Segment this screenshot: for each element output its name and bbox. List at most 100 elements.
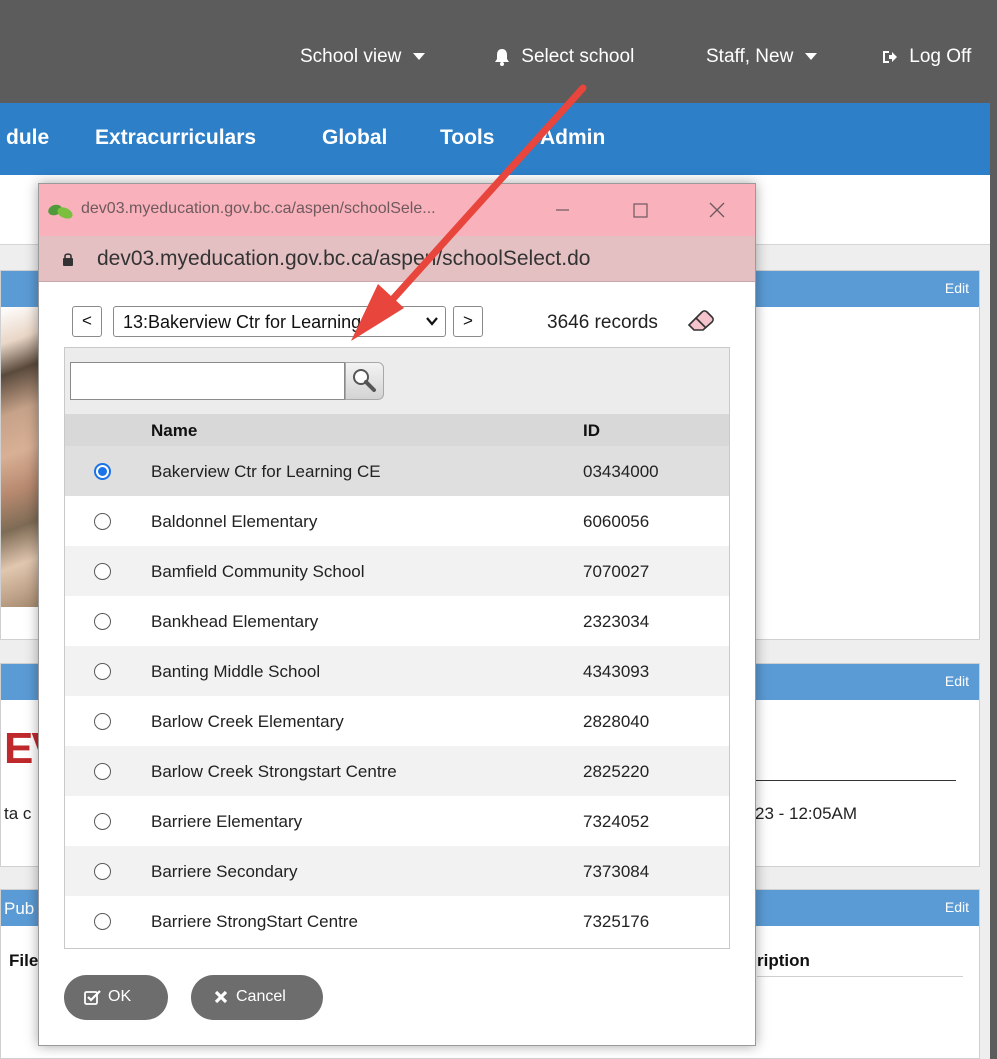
school-row[interactable]: Barlow Creek Elementary 2828040 (65, 696, 729, 746)
top-bar: School view Select school Staff, New Log… (0, 0, 997, 103)
next-school-button[interactable]: > (453, 306, 483, 337)
minimize-button[interactable] (542, 194, 582, 226)
caret-down-icon (804, 52, 817, 60)
school-name: Barriere Elementary (151, 812, 303, 831)
bell-icon (495, 48, 509, 66)
search-button[interactable] (345, 362, 384, 400)
school-row[interactable]: Barriere StrongStart Centre 7325176 (65, 896, 729, 946)
list-header: Name ID (65, 414, 729, 446)
school-name: Bamfield Community School (151, 562, 365, 581)
column-header-name[interactable]: Name (151, 421, 197, 441)
school-view-label: School view (300, 46, 402, 67)
popup-title-bar: dev03.myeducation.gov.bc.ca/aspen/school… (39, 184, 755, 236)
close-button[interactable] (697, 194, 737, 226)
cancel-label: Cancel (236, 988, 286, 1005)
school-id: 03434000 (583, 462, 659, 481)
school-name: Barriere StrongStart Centre (151, 912, 358, 931)
school-row[interactable]: Bakerview Ctr for Learning CE 03434000 (65, 446, 729, 496)
minimize-icon (556, 209, 569, 211)
radio-button[interactable] (94, 663, 111, 680)
school-name: Barlow Creek Elementary (151, 712, 344, 731)
school-id: 4343093 (583, 662, 650, 681)
chevron-down-icon (426, 317, 438, 326)
column-header-id[interactable]: ID (583, 421, 600, 441)
radio-selected[interactable] (94, 463, 111, 480)
search-bar (65, 348, 729, 414)
radio-button[interactable] (94, 913, 111, 930)
edit-link[interactable]: Edit (945, 673, 969, 689)
close-icon (709, 202, 725, 218)
school-list: Name ID Bakerview Ctr for Learning CE 03… (64, 347, 730, 949)
record-count: 3646 records (547, 312, 658, 333)
school-row[interactable]: Barriere Elementary 7324052 (65, 796, 729, 846)
sign-out-icon (883, 50, 897, 63)
x-icon (214, 990, 228, 1004)
nav-tools[interactable]: Tools (440, 126, 494, 150)
user-menu[interactable]: Staff, New (706, 46, 817, 68)
eraser-icon[interactable] (685, 308, 717, 332)
school-id: 2828040 (583, 712, 650, 731)
maximize-button[interactable] (620, 194, 660, 226)
maximize-icon (633, 203, 648, 218)
edit-link[interactable]: Edit (945, 280, 969, 296)
nav-admin[interactable]: Admin (540, 126, 605, 150)
school-row[interactable]: Bankhead Elementary 2323034 (65, 596, 729, 646)
cancel-button[interactable]: Cancel (191, 975, 323, 1020)
radio-button[interactable] (94, 613, 111, 630)
nav-global[interactable]: Global (322, 126, 387, 150)
radio-button[interactable] (94, 513, 111, 530)
main-nav: dule Extracurriculars Global Tools Admin (0, 103, 997, 175)
caret-down-icon (412, 52, 425, 60)
school-select-popup: dev03.myeducation.gov.bc.ca/aspen/school… (38, 183, 756, 1046)
school-view-menu[interactable]: School view (300, 46, 425, 68)
school-name: Barlow Creek Strongstart Centre (151, 762, 397, 781)
school-row[interactable]: Bamfield Community School 7070027 (65, 546, 729, 596)
school-row[interactable]: Baldonnel Elementary 6060056 (65, 496, 729, 546)
school-id: 2323034 (583, 612, 650, 631)
school-id: 7325176 (583, 912, 650, 931)
radio-button[interactable] (94, 763, 111, 780)
column-header-file: File (9, 951, 39, 970)
leaf-icon (48, 204, 73, 219)
right-edge (990, 103, 997, 1059)
school-id: 6060056 (583, 512, 650, 531)
search-icon (353, 369, 376, 392)
school-row[interactable]: Barriere Secondary 7373084 (65, 846, 729, 896)
school-dropdown-value: 13:Bakerview Ctr for Learning (123, 312, 362, 332)
school-id: 2825220 (583, 762, 650, 781)
radio-button[interactable] (94, 863, 111, 880)
school-id: 7324052 (583, 812, 650, 831)
panel-title: Pub (4, 899, 35, 918)
school-row[interactable]: Barlow Creek Strongstart Centre 2825220 (65, 746, 729, 796)
edit-link[interactable]: Edit (945, 899, 969, 915)
school-name: Banting Middle School (151, 662, 321, 681)
search-input[interactable] (70, 362, 345, 400)
popup-url: dev03.myeducation.gov.bc.ca/aspen/school… (97, 247, 591, 270)
timestamp-text: 23 - 12:05AM (755, 804, 858, 823)
school-row[interactable]: Banting Middle School 4343093 (65, 646, 729, 696)
radio-button[interactable] (94, 713, 111, 730)
popup-title: dev03.myeducation.gov.bc.ca/aspen/school… (81, 200, 436, 217)
nav-schedule[interactable]: dule (6, 126, 49, 150)
radio-button[interactable] (94, 563, 111, 580)
school-name: Bakerview Ctr for Learning CE (151, 462, 381, 481)
log-off-link[interactable]: Log Off (882, 46, 971, 68)
previous-school-button[interactable]: < (72, 306, 102, 337)
user-name: Staff, New (706, 46, 794, 67)
nav-extracurriculars[interactable]: Extracurriculars (95, 126, 256, 150)
select-school-link[interactable]: Select school (494, 46, 634, 68)
school-name: Bankhead Elementary (151, 612, 319, 631)
school-id: 7373084 (583, 862, 650, 881)
ok-label: OK (108, 988, 132, 1005)
app-window: School view Select school Staff, New Log… (0, 0, 997, 1059)
lock-icon (63, 253, 73, 266)
popup-address-bar: dev03.myeducation.gov.bc.ca/aspen/school… (39, 236, 755, 282)
school-id: 7070027 (583, 562, 650, 581)
school-name: Baldonnel Elementary (151, 512, 318, 531)
ok-button[interactable]: OK (64, 975, 168, 1020)
school-dropdown[interactable]: 13:Bakerview Ctr for Learning (113, 306, 446, 337)
school-name: Barriere Secondary (151, 862, 298, 881)
divider (757, 976, 963, 977)
radio-button[interactable] (94, 813, 111, 830)
photo (1, 307, 41, 607)
